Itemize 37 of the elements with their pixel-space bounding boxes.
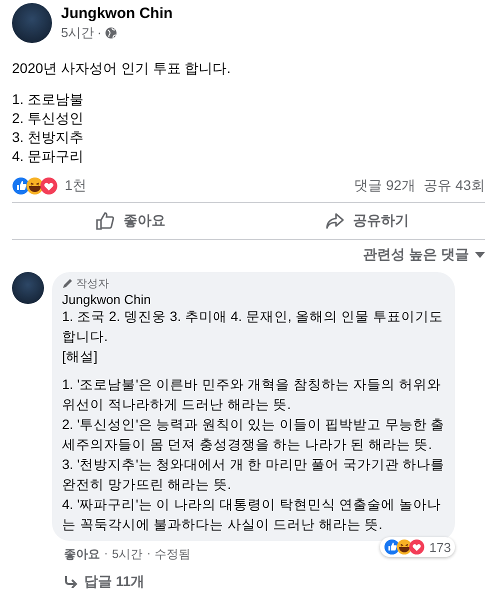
reaction-count[interactable]: 1천 — [64, 177, 87, 195]
list-item: 1. 조로남불 — [12, 90, 85, 109]
share-button[interactable]: 공유하기 — [248, 205, 485, 237]
commenter-avatar[interactable] — [12, 272, 44, 304]
list-item: 4. 문파구리 — [12, 147, 85, 166]
separator-dot: · — [146, 546, 151, 562]
replies-link[interactable]: 답글 11개 — [64, 573, 145, 591]
author-name[interactable]: Jungkwon Chin — [61, 4, 173, 22]
pencil-icon — [62, 278, 73, 289]
reaction-icons — [12, 177, 59, 195]
comment-paragraph: 2. '투신성인'은 능력과 원칙이 있는 이들이 핍박받고 무능한 출세주의자들이 몸 던져 충성경쟁을 하는 나라가 된 해라는 뜻. — [62, 416, 446, 454]
reply-arrow-icon — [64, 576, 78, 588]
comment-count[interactable]: 댓글 92개 — [354, 177, 416, 195]
like-button[interactable]: 좋아요 — [12, 205, 248, 237]
comment-paragraph: 1. '조로남불'은 이른바 민주와 개혁을 참칭하는 자들의 허위와 위선이 적나라하게 드러난 해라는 뜻. — [62, 376, 442, 414]
caret-icon — [475, 252, 485, 258]
like-link[interactable]: 좋아요 — [64, 546, 100, 563]
post-text: 2020년 사자성어 인기 투표 합니다. — [12, 59, 232, 78]
list-item: 2. 투신성인 — [12, 109, 85, 128]
comment-paragraph: 3. '천방지추'는 청와대에서 개 한 마리만 풀어 국가기관 하나를 완전히 망가뜨린 해라는 뜻. — [62, 456, 446, 494]
comment-sort-dropdown[interactable]: 관련성 높은 댓글 — [363, 240, 485, 264]
comment-paragraph: 4. '짜파구리'는 이 나라의 대통령이 탁현민식 연출술에 놀아나는 꼭둑각시에 불과하다는 사실이 드러난 해라는 뜻. — [62, 496, 442, 534]
post-time[interactable]: 5시간 — [61, 24, 94, 42]
share-count[interactable]: 공유 43회 — [424, 177, 485, 195]
globe-icon — [104, 26, 117, 38]
thumbs-up-icon — [95, 211, 116, 231]
profile-avatar[interactable] — [12, 3, 52, 43]
commenter-name[interactable]: Jungkwon Chin — [62, 292, 447, 307]
comment-time[interactable]: 5시간 — [112, 546, 143, 563]
author-label: 작성자 — [76, 277, 109, 291]
separator-dot: · — [97, 25, 102, 40]
separator-dot: · — [104, 546, 108, 562]
list-item: 3. 천방지추 — [12, 128, 85, 147]
comment-paragraph: 1. 조국 2. 뎅진웅 3. 추미애 4. 문재인, 올해의 인물 투표이기도 합니다. — [62, 308, 444, 346]
share-arrow-icon — [324, 212, 345, 230]
edited-label: 수정됨 — [154, 546, 191, 563]
comment-paragraph: [해설] — [62, 348, 99, 366]
